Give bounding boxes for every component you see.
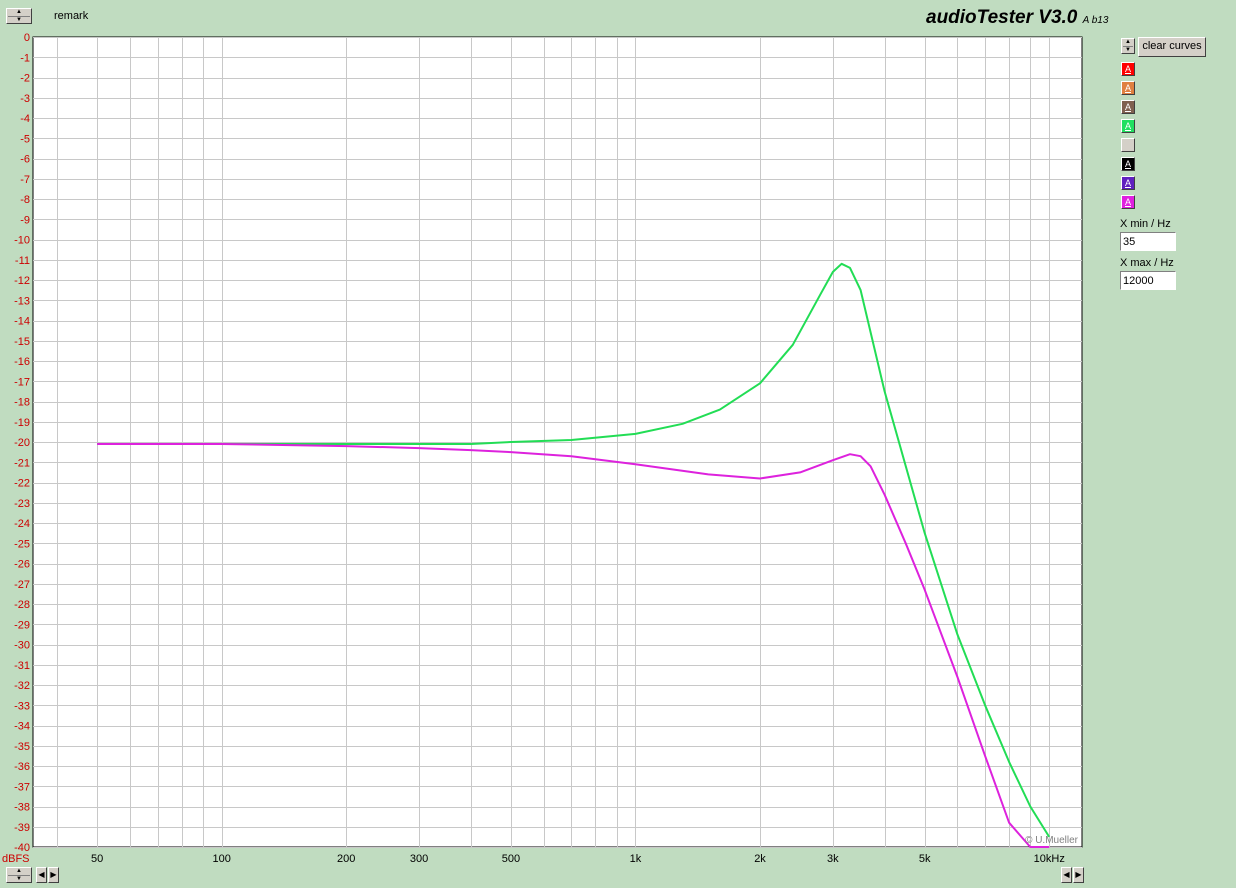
arrow-left-icon: ◀: [1063, 870, 1070, 879]
y-tick-label: -24: [14, 518, 30, 530]
x-tick-label: 10kHz: [1034, 853, 1065, 865]
y-tick-label: -26: [14, 559, 30, 571]
y-tick-label: -6: [20, 154, 30, 166]
x-tick-label: 1k: [630, 853, 642, 865]
y-tick-label: -29: [14, 619, 30, 631]
y-tick-label: -17: [14, 376, 30, 388]
bottom-left-spinner[interactable]: ▲ ▼: [6, 867, 32, 883]
x-tick-label: 3k: [827, 853, 839, 865]
scroll-right-button[interactable]: ▶: [48, 867, 59, 883]
y-tick-label: -16: [14, 356, 30, 368]
scroll-left-button-right[interactable]: ◀: [1061, 867, 1072, 883]
y-tick-label: -37: [14, 781, 30, 793]
y-tick-label: -23: [14, 498, 30, 510]
y-tick-label: -32: [14, 680, 30, 692]
y-tick-label: -22: [14, 478, 30, 490]
y-tick-label: -39: [14, 822, 30, 834]
scroll-right-button-right[interactable]: ▶: [1073, 867, 1084, 883]
y-tick-label: -34: [14, 721, 30, 733]
y-tick-label: -5: [20, 133, 30, 145]
y-tick-label: -14: [14, 316, 30, 328]
y-tick-label: -10: [14, 235, 30, 247]
arrow-right-icon: ▶: [50, 870, 57, 879]
spin-down-icon: ▼: [16, 876, 22, 882]
y-tick-label: -12: [14, 275, 30, 287]
y-tick-label: -20: [14, 437, 30, 449]
y-tick-label: -31: [14, 660, 30, 672]
arrow-left-icon: ◀: [38, 870, 45, 879]
y-tick-label: -11: [15, 255, 30, 267]
x-tick-label: 100: [212, 853, 230, 865]
y-tick-label: -13: [14, 295, 30, 307]
y-tick-label: -21: [14, 457, 30, 469]
y-tick-label: -4: [20, 113, 30, 125]
y-tick-label: -36: [14, 761, 30, 773]
y-tick-label: -3: [20, 93, 30, 105]
arrow-right-icon: ▶: [1075, 870, 1082, 879]
y-tick-label: -2: [20, 73, 30, 85]
x-tick-label: 200: [337, 853, 355, 865]
x-tick-label: 500: [502, 853, 520, 865]
x-tick-label: 2k: [754, 853, 766, 865]
y-tick-label: -19: [14, 417, 30, 429]
y-tick-label: -8: [20, 194, 30, 206]
y-unit-label: dBFS: [2, 853, 30, 865]
y-tick-label: -7: [20, 174, 30, 186]
y-tick-label: -9: [20, 214, 30, 226]
spin-up-icon: ▲: [16, 868, 22, 874]
y-tick-label: -38: [14, 802, 30, 814]
x-tick-label: 300: [410, 853, 428, 865]
x-tick-label: 5k: [919, 853, 931, 865]
scroll-left-button[interactable]: ◀: [36, 867, 47, 883]
y-tick-label: -18: [14, 397, 30, 409]
y-tick-label: -15: [14, 336, 30, 348]
frequency-response-chart: 0 -1 -2 -3 -4 -5 -6 -7 -8 -9 -10 -11 -12 -13 -14 -15 -16…: [2, 32, 1083, 865]
y-tick-label: -28: [14, 599, 30, 611]
y-tick-label: -33: [14, 700, 30, 712]
y-tick-label: -25: [14, 538, 30, 550]
y-tick-label: 0: [24, 32, 30, 44]
y-tick-label: -35: [14, 741, 30, 753]
watermark-text: © U.Mueller: [1025, 835, 1079, 846]
y-tick-label: -1: [20, 52, 30, 64]
y-tick-label: -27: [14, 579, 30, 591]
x-tick-label: 50: [91, 853, 103, 865]
y-tick-label: -30: [14, 640, 30, 652]
